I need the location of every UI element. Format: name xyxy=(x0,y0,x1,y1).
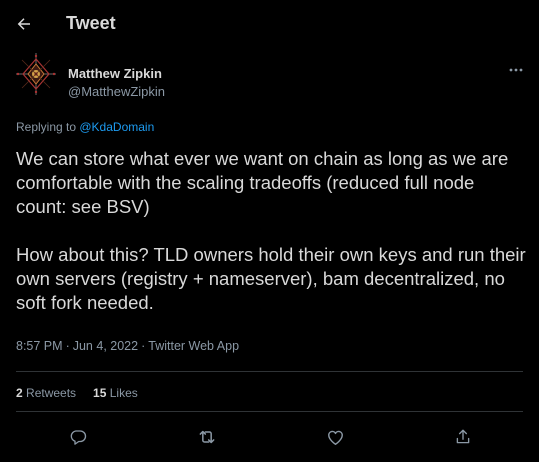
meta-separator: · xyxy=(65,339,70,353)
avatar[interactable] xyxy=(12,50,60,98)
page-title: Tweet xyxy=(66,13,116,33)
tweet-source[interactable]: Twitter Web App xyxy=(148,339,239,353)
replying-to: Replying to @KdaDomain xyxy=(16,120,154,134)
tweet-time[interactable]: 8:57 PM xyxy=(16,339,63,353)
share-button[interactable] xyxy=(452,426,474,448)
more-options-button[interactable] xyxy=(506,62,526,78)
author-handle[interactable]: @MatthewZipkin xyxy=(68,84,165,99)
tweet-paragraph: We can store what ever we want on chain … xyxy=(16,148,509,217)
divider xyxy=(16,411,523,412)
reply-button[interactable] xyxy=(67,426,89,448)
share-icon xyxy=(456,429,470,444)
likes-label: Likes xyxy=(106,386,138,400)
divider xyxy=(16,371,523,372)
back-button[interactable] xyxy=(10,10,38,38)
like-button[interactable] xyxy=(324,426,346,448)
more-icon xyxy=(509,68,523,72)
header: Tweet xyxy=(0,0,539,48)
avatar-image xyxy=(12,50,60,98)
like-icon xyxy=(327,430,343,445)
action-bar xyxy=(0,426,539,448)
author-name[interactable]: Matthew Zipkin xyxy=(68,66,162,81)
replying-prefix: Replying to xyxy=(16,120,80,134)
likes-stat[interactable]: 15 Likes xyxy=(93,386,138,400)
tweet-meta: 8:57 PM · Jun 4, 2022 · Twitter Web App xyxy=(16,339,239,353)
meta-separator: · xyxy=(141,339,146,353)
retweet-button[interactable] xyxy=(196,426,218,448)
likes-count: 15 xyxy=(93,386,107,400)
tweet-paragraph: How about this? TLD owners hold their ow… xyxy=(16,244,526,313)
tweet-date[interactable]: Jun 4, 2022 xyxy=(73,339,138,353)
retweets-label: Retweets xyxy=(22,386,77,400)
reply-icon xyxy=(70,430,87,445)
arrow-left-icon xyxy=(17,18,30,30)
retweets-count: 2 xyxy=(16,386,23,400)
retweet-icon xyxy=(199,430,215,444)
mention-link[interactable]: @KdaDomain xyxy=(79,120,154,134)
engagement-stats: 2 Retweets 15 Likes xyxy=(16,386,138,400)
retweets-stat[interactable]: 2 Retweets xyxy=(16,386,76,400)
tweet-text: We can store what ever we want on chain … xyxy=(16,147,528,315)
